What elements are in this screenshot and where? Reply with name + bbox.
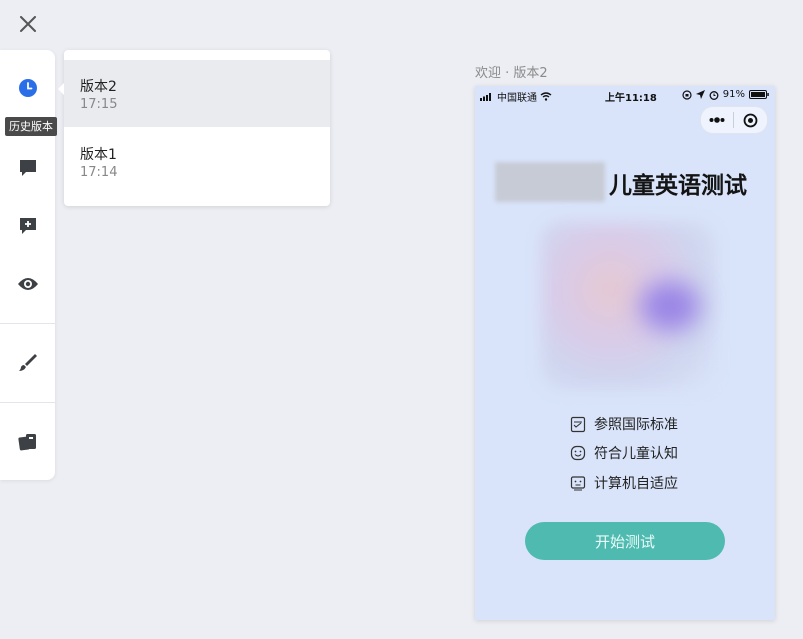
wifi-icon (540, 92, 552, 101)
add-comment-button[interactable] (0, 206, 55, 246)
version-name: 版本2 (80, 79, 117, 95)
cards-button[interactable] (0, 422, 55, 462)
battery-percent: 91% (722, 89, 745, 100)
battery-icon (749, 90, 769, 99)
version-time: 17:15 (80, 97, 118, 112)
version-item[interactable]: 版本2 17:15 (64, 60, 330, 127)
blurred-brand-name (495, 162, 605, 202)
feature-item: 符合儿童认知 (570, 442, 678, 464)
more-icon (709, 117, 725, 123)
exit-miniprogram-button[interactable] (734, 107, 766, 133)
version-history-popover: 版本2 17:15 版本1 17:14 (58, 50, 330, 206)
signal-icon (480, 92, 491, 101)
cards-icon (17, 434, 36, 451)
feature-item: 参照国际标准 (570, 413, 678, 435)
comment-button[interactable] (0, 148, 55, 188)
brush-icon (18, 354, 37, 371)
rotation-lock-icon (682, 89, 692, 100)
more-button[interactable] (701, 107, 733, 133)
feature-label: 参照国际标准 (594, 417, 678, 433)
tooltip-history: 历史版本 (5, 117, 57, 136)
feature-item: 计算机自适应 (570, 472, 678, 494)
phone-preview: 中国联通 上午11:18 91% 儿童英语测试 参照国际标准 符合儿童认知 计算… (475, 86, 775, 620)
feature-label: 符合儿童认知 (594, 446, 678, 462)
preview-button[interactable] (0, 264, 55, 304)
alarm-icon (709, 90, 719, 100)
tool-rail (0, 50, 55, 480)
eye-icon (17, 278, 38, 290)
close-icon (20, 16, 36, 32)
rail-divider (0, 323, 55, 324)
robot-icon (570, 476, 586, 491)
status-time: 上午11:18 (605, 93, 657, 104)
carrier-label: 中国联通 (497, 93, 537, 104)
clock-icon (18, 79, 37, 97)
feature-label: 计算机自适应 (594, 476, 678, 492)
app-title: 儿童英语测试 (609, 173, 747, 199)
comment-icon (19, 160, 36, 176)
start-test-button[interactable]: 开始测试 (525, 522, 725, 560)
close-button[interactable] (14, 10, 42, 38)
preview-label: 欢迎 · 版本2 (475, 66, 548, 81)
location-icon (695, 90, 705, 99)
checklist-icon (570, 416, 586, 432)
add-comment-icon (19, 218, 36, 234)
status-bar: 中国联通 上午11:18 91% (475, 86, 775, 104)
editor-page: 历史版本 版本2 17:15 版本1 17:14 欢迎 · 版本2 中国联通 上… (0, 0, 803, 639)
smile-face-icon (570, 445, 586, 461)
miniprogram-capsule (700, 106, 768, 134)
version-item[interactable]: 版本1 17:14 (64, 128, 330, 195)
version-time: 17:14 (80, 165, 118, 180)
target-icon (743, 113, 757, 127)
blurred-logo-accent (640, 281, 700, 331)
history-button[interactable] (0, 68, 55, 108)
brush-button[interactable] (0, 342, 55, 382)
version-name: 版本1 (80, 147, 117, 163)
rail-divider (0, 402, 55, 403)
